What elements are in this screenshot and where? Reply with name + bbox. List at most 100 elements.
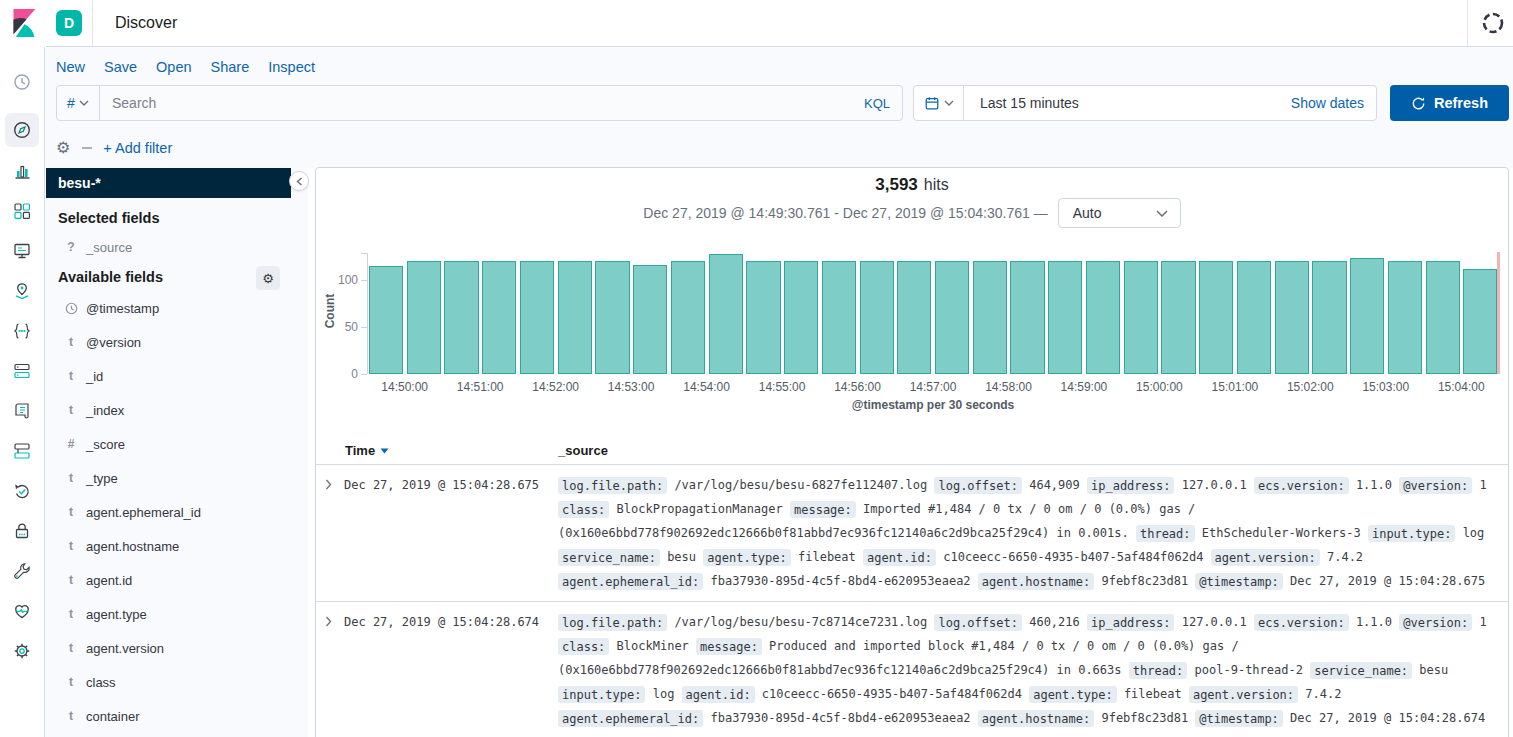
histogram-bar[interactable]: [822, 261, 856, 374]
histogram-bar[interactable]: [746, 261, 780, 374]
date-picker: Last 15 minutes Show dates: [913, 85, 1377, 121]
discover-main-panel: 3,593hits Dec 27, 2019 @ 14:49:30.761 - …: [315, 167, 1509, 737]
field-item-class[interactable]: tclass: [46, 665, 308, 699]
histogram-bar[interactable]: [1161, 261, 1195, 374]
histogram-bar[interactable]: [1388, 261, 1422, 374]
histogram-bar[interactable]: [709, 254, 743, 374]
field-item-agentephemeralid[interactable]: tagent.ephemeral_id: [46, 495, 308, 529]
histogram-bar[interactable]: [633, 265, 667, 374]
rail-dashboard-icon[interactable]: [12, 201, 32, 221]
field-item-type[interactable]: t_type: [46, 461, 308, 495]
field-name-badge: @version:: [1399, 614, 1472, 631]
rail-recent-clock-icon[interactable]: [12, 72, 32, 92]
y-tick-0: 0: [326, 367, 358, 381]
field-name-badge: class:: [558, 501, 609, 518]
histogram-bar[interactable]: [1275, 261, 1309, 374]
doc-table-row: Dec 27, 2019 @ 15:04:28.675log.file.path…: [316, 465, 1508, 602]
menu-item-save[interactable]: Save: [104, 59, 137, 75]
show-dates-button[interactable]: Show dates: [1291, 95, 1364, 111]
histogram-bar[interactable]: [1350, 258, 1384, 374]
histogram-bar[interactable]: [784, 261, 818, 374]
histogram-bar[interactable]: [1010, 261, 1044, 374]
field-item-agenthostname[interactable]: tagent.hostname: [46, 529, 308, 563]
field-item-id[interactable]: t_id: [46, 359, 308, 393]
field-type-icon: t: [64, 709, 78, 723]
hits-label: hits: [924, 176, 949, 193]
search-input[interactable]: Search: [112, 95, 864, 111]
expand-row-chevron-icon[interactable]: [325, 479, 332, 490]
column-header-time[interactable]: Time: [345, 443, 389, 458]
menu-item-share[interactable]: Share: [211, 59, 250, 75]
field-item-container[interactable]: tcontainer: [46, 699, 308, 733]
field-item-timestamp[interactable]: @timestamp: [46, 291, 308, 325]
rail-siem-lock-icon[interactable]: [12, 521, 32, 541]
expand-row-chevron-icon[interactable]: [325, 616, 332, 627]
histogram-bar[interactable]: [1048, 261, 1082, 374]
histogram-bar[interactable]: [1124, 261, 1158, 374]
field-name-badge: ecs.version:: [1254, 477, 1349, 494]
field-item-agentversion[interactable]: tagent.version: [46, 631, 308, 665]
interval-select[interactable]: Auto: [1058, 198, 1181, 228]
rail-management-gear-icon[interactable]: [12, 641, 32, 661]
histogram-bar[interactable]: [520, 261, 554, 374]
histogram-bars[interactable]: [367, 252, 1499, 374]
rail-monitoring-heart-icon[interactable]: [12, 601, 32, 621]
menu-item-open[interactable]: Open: [156, 59, 191, 75]
discover-app-badge[interactable]: D: [56, 10, 82, 36]
histogram-bar[interactable]: [860, 261, 894, 374]
rail-logs-icon[interactable]: [12, 401, 32, 421]
spaces-icon[interactable]: [1482, 12, 1504, 34]
field-item-version[interactable]: t@version: [46, 325, 308, 359]
filter-options-gear-icon[interactable]: ⚙: [56, 140, 70, 156]
histogram-bar[interactable]: [444, 261, 478, 374]
fields-filter-gear-button[interactable]: ⚙: [256, 266, 280, 290]
histogram-bar[interactable]: [1237, 261, 1271, 374]
rail-canvas-icon[interactable]: [12, 241, 32, 261]
add-filter-button[interactable]: + Add filter: [103, 140, 172, 156]
rail-apm-icon[interactable]: [12, 441, 32, 461]
column-header-source[interactable]: _source: [558, 443, 608, 458]
saved-query-menu-button[interactable]: #: [57, 86, 100, 120]
histogram-bar[interactable]: [973, 261, 1007, 374]
histogram-bar[interactable]: [595, 261, 629, 374]
collapse-sidebar-button[interactable]: [289, 171, 309, 191]
refresh-button[interactable]: Refresh: [1390, 85, 1509, 121]
rail-visualize-chart-icon[interactable]: [12, 161, 32, 181]
histogram-bar[interactable]: [671, 261, 705, 374]
histogram-bar[interactable]: [1312, 261, 1346, 374]
histogram-bar[interactable]: [935, 261, 969, 374]
histogram-bar[interactable]: [369, 266, 403, 374]
row-source-cell: log.file.path: /var/log/besu/besu-6827fe…: [558, 473, 1494, 593]
rail-discover-compass-icon[interactable]: [12, 120, 32, 140]
rail-machine-learning-icon[interactable]: [12, 321, 32, 341]
rail-dev-tools-wrench-icon[interactable]: [12, 561, 32, 581]
field-item-agenttype[interactable]: tagent.type: [46, 597, 308, 631]
histogram-bar[interactable]: [1199, 261, 1233, 374]
field-item-index[interactable]: t_index: [46, 393, 308, 427]
date-quick-select-button[interactable]: [914, 86, 964, 120]
rail-metrics-icon[interactable]: [12, 361, 32, 381]
index-pattern-selector[interactable]: besu-*: [46, 168, 291, 198]
field-type-icon: t: [64, 403, 78, 417]
time-range-value[interactable]: Last 15 minutes: [980, 95, 1079, 111]
histogram-bar[interactable]: [897, 261, 931, 374]
x-tick-label: 15:04:00: [1438, 380, 1485, 394]
rail-uptime-icon[interactable]: [12, 481, 32, 501]
menu-item-inspect[interactable]: Inspect: [268, 59, 315, 75]
rail-maps-icon[interactable]: [12, 281, 32, 301]
y-tick-50: 50: [326, 320, 358, 334]
histogram-bar[interactable]: [407, 261, 441, 374]
top-navigation-bar: D Discover: [0, 0, 1513, 46]
histogram-bar[interactable]: [558, 261, 592, 374]
field-name-badge: agent.id:: [682, 686, 755, 703]
histogram-bar[interactable]: [1086, 261, 1120, 374]
refresh-icon: [1411, 96, 1426, 111]
menu-item-new[interactable]: New: [56, 59, 85, 75]
field-item-score[interactable]: #_score: [46, 427, 308, 461]
kql-language-button[interactable]: KQL: [864, 96, 890, 111]
histogram-bar[interactable]: [1426, 261, 1460, 374]
histogram-bar[interactable]: [1463, 269, 1497, 374]
field-item-agentid[interactable]: tagent.id: [46, 563, 308, 597]
histogram-bar[interactable]: [482, 261, 516, 374]
field-item-source[interactable]: ? _source: [64, 234, 132, 260]
